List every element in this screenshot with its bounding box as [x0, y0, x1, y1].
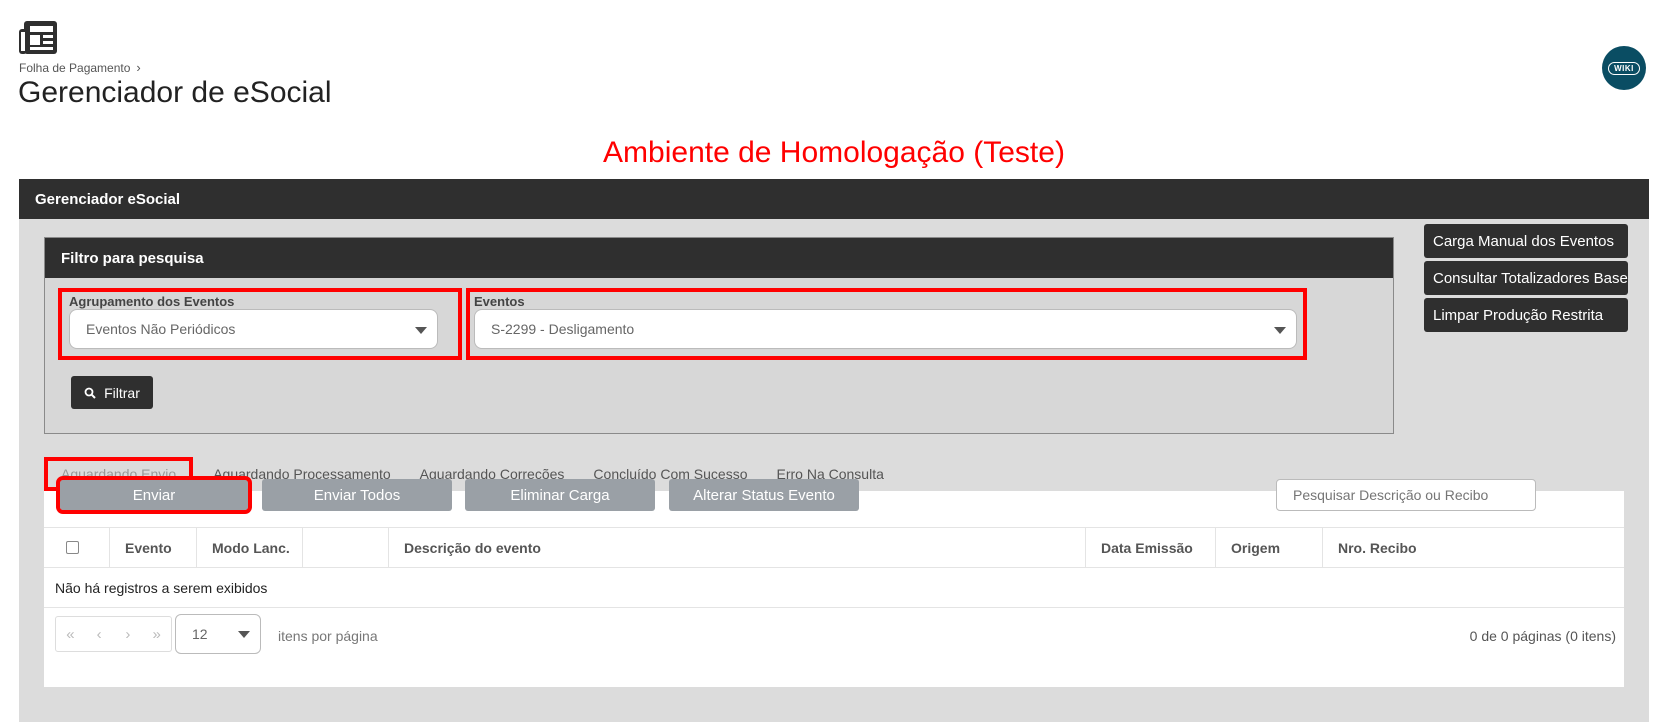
wiki-label: WIKI [1608, 61, 1640, 75]
prev-page-icon[interactable]: ‹ [85, 617, 114, 651]
first-page-icon[interactable]: « [56, 617, 85, 651]
column-event[interactable]: Evento [110, 528, 197, 567]
column-mode[interactable]: Modo Lanc. [197, 528, 303, 567]
remove-load-button[interactable]: Eliminar Carga [465, 479, 655, 511]
caret-down-icon [415, 327, 427, 334]
column-origin[interactable]: Origem [1216, 528, 1323, 567]
grouping-select[interactable]: Eventos Não Periódicos [69, 309, 438, 349]
column-issue-date[interactable]: Data Emissão [1086, 528, 1216, 567]
send-all-button[interactable]: Enviar Todos [262, 479, 452, 511]
events-select-value: S-2299 - Desligamento [491, 321, 635, 337]
esocial-manager-panel: Gerenciador eSocial Filtro para pesquisa… [19, 179, 1649, 722]
empty-message: Não há registros a serem exibidos [55, 580, 268, 596]
page-size-select[interactable]: 12 [175, 614, 261, 654]
grouping-label: Agrupamento dos Eventos [69, 294, 235, 309]
column-receipt[interactable]: Nro. Recibo [1323, 528, 1538, 567]
filter-panel: Filtro para pesquisa Agrupamento dos Eve… [44, 237, 1394, 434]
per-page-label: itens por página [278, 628, 378, 644]
last-page-icon[interactable]: » [142, 617, 171, 651]
caret-down-icon [238, 631, 250, 638]
page-title: Gerenciador de eSocial [18, 76, 332, 109]
panel-header: Gerenciador eSocial [19, 179, 1649, 219]
newspaper-icon [19, 21, 57, 54]
filter-button-label: Filtrar [104, 384, 140, 401]
change-status-button[interactable]: Alterar Status Evento [669, 479, 859, 511]
column-description[interactable]: Descrição do evento [389, 528, 1086, 567]
grid-header: Evento Modo Lanc. Descrição do evento Da… [44, 527, 1624, 568]
page-info: 0 de 0 páginas (0 itens) [1469, 628, 1616, 644]
grouping-select-value: Eventos Não Periódicos [86, 321, 236, 337]
chevron-right-icon: › [136, 60, 141, 75]
next-page-icon[interactable]: › [114, 617, 143, 651]
send-button[interactable]: Enviar [56, 476, 252, 514]
search-icon [84, 387, 96, 399]
events-label: Eventos [474, 294, 525, 309]
manual-load-button[interactable]: Carga Manual dos Eventos [1424, 224, 1628, 258]
pager: « ‹ › » [55, 616, 172, 652]
breadcrumb-parent-link[interactable]: Folha de Pagamento [19, 61, 130, 75]
events-select[interactable]: S-2299 - Desligamento [474, 309, 1297, 349]
select-all-checkbox[interactable] [66, 541, 79, 554]
column-blank [303, 528, 389, 567]
pager-row: « ‹ › » 12 itens por página 0 de 0 págin… [44, 607, 1624, 655]
page-size-value: 12 [192, 626, 208, 642]
filter-button[interactable]: Filtrar [71, 376, 153, 409]
totals-button[interactable]: Consultar Totalizadores Base [1424, 261, 1628, 295]
caret-down-icon [1274, 327, 1286, 334]
breadcrumb: Folha de Pagamento › [19, 60, 141, 75]
clear-restricted-button[interactable]: Limpar Produção Restrita [1424, 298, 1628, 332]
environment-banner: Ambiente de Homologação (Teste) [603, 136, 1065, 169]
events-content: Enviar Enviar Todos Eliminar Carga Alter… [44, 476, 1624, 687]
grid-select-all-cell [44, 528, 110, 567]
filter-panel-header: Filtro para pesquisa [45, 238, 1393, 278]
wiki-button[interactable]: WIKI [1602, 46, 1646, 90]
search-input[interactable] [1276, 479, 1536, 511]
